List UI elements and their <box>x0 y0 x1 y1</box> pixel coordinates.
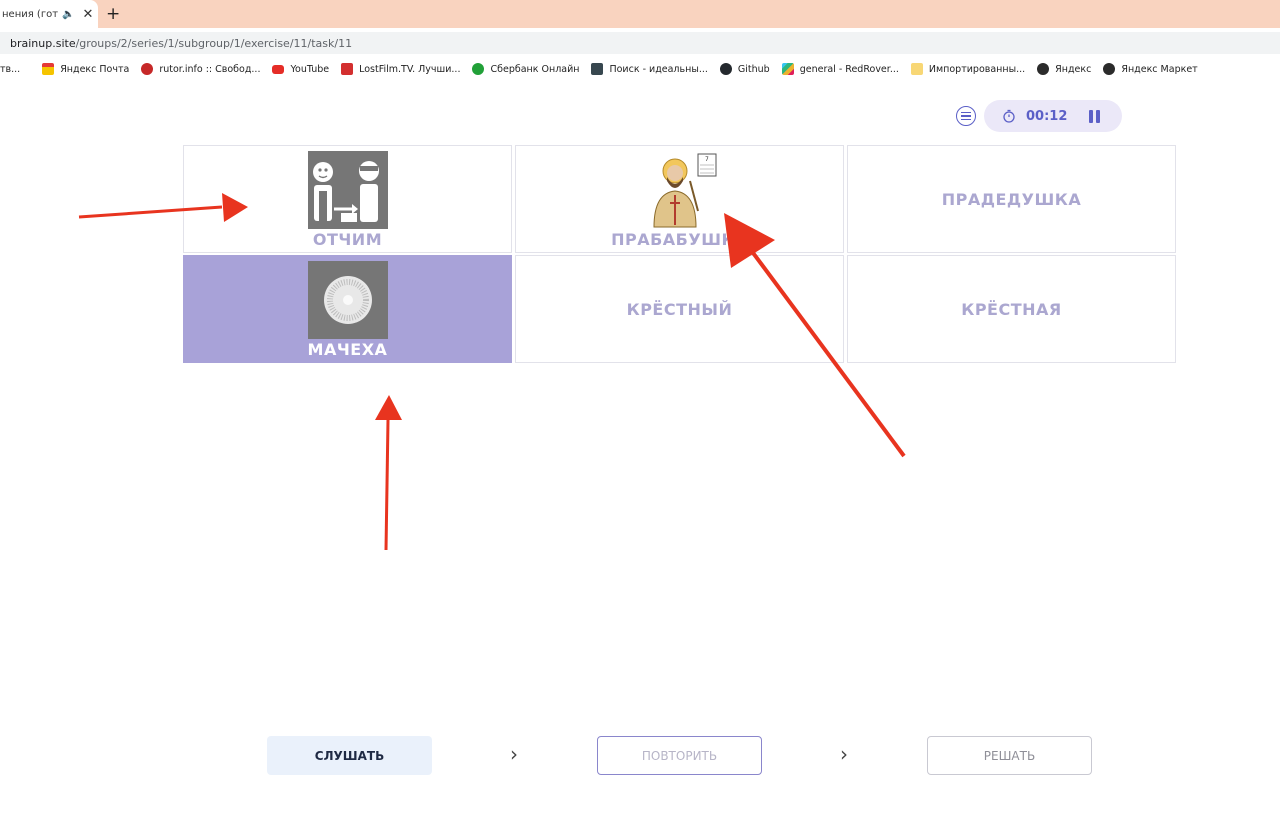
bookmark-label: Поиск - идеальны... <box>609 63 708 75</box>
word-card[interactable]: КРЁСТНЫЙ <box>515 255 844 363</box>
tab-title: нения (готов <box>2 8 58 20</box>
word-grid: ОТЧИМ 7 ПРАБАБУШКА ПРАДЕДУШКА МАЧЕХА КРЁ… <box>183 145 1177 364</box>
stepmother-picture-image <box>307 261 388 339</box>
new-tab-icon[interactable]: + <box>106 4 120 24</box>
bookmark-item[interactable]: rutor.info :: Свобод... <box>141 63 260 75</box>
bookmark-label: Яндекс Маркет <box>1121 63 1198 75</box>
repeat-button[interactable]: ПОВТОРИТЬ <box>597 736 762 775</box>
chevron-right-icon: › <box>510 742 518 766</box>
globe-icon <box>1037 63 1050 75</box>
bookmark-item[interactable]: general - RedRover... <box>781 63 899 75</box>
svg-text:7: 7 <box>705 156 709 163</box>
word-card-selected[interactable]: МАЧЕХА <box>183 255 512 363</box>
card-label: ОТЧИМ <box>312 230 383 249</box>
pause-icon[interactable] <box>1089 109 1101 123</box>
listen-button[interactable]: СЛУШАТЬ <box>267 736 432 775</box>
address-bar: brainup.site/groups/2/series/1/subgroup/… <box>0 28 1280 58</box>
stepfather-pictogram-image <box>307 151 388 229</box>
bookmark-label: Импортированны... <box>928 63 1026 75</box>
url-path: /groups/2/series/1/subgroup/1/exercise/1… <box>75 36 353 50</box>
bookmark-label: тв... <box>0 63 21 75</box>
card-label: ПРАБАБУШКА <box>611 230 748 249</box>
action-bar: СЛУШАТЬ › ПОВТОРИТЬ › РЕШАТЬ <box>0 736 1280 776</box>
bookmark-item[interactable]: тв... <box>0 64 20 75</box>
bookmark-label: Сбербанк Онлайн <box>490 63 580 75</box>
saint-icon-picture-image: 7 <box>639 151 720 229</box>
word-card[interactable]: 7 ПРАБАБУШКА <box>515 145 844 253</box>
folder-icon <box>910 63 923 75</box>
close-icon[interactable]: ✕ <box>82 8 93 21</box>
bookmark-item[interactable]: Яндекс Маркет <box>1103 63 1198 75</box>
word-card[interactable]: ПРАДЕДУШКА <box>847 145 1176 253</box>
bookmark-item[interactable]: YouTube <box>272 64 329 75</box>
github-icon <box>719 63 732 75</box>
lostfilm-icon <box>341 63 354 75</box>
browser-tabstrip: нения (готов 🔈 ✕ + <box>0 0 1280 28</box>
bookmark-label: Яндекс Почта <box>60 63 130 75</box>
url-field[interactable]: brainup.site/groups/2/series/1/subgroup/… <box>0 32 1280 54</box>
word-card[interactable]: КРЁСТНАЯ <box>847 255 1176 363</box>
bookmark-item[interactable]: Импортированны... <box>910 63 1026 75</box>
youtube-icon <box>272 64 285 74</box>
bookmark-label: Яндекс <box>1055 63 1092 75</box>
browser-tab[interactable]: нения (готов 🔈 ✕ <box>0 0 98 28</box>
card-label: МАЧЕХА <box>307 340 388 359</box>
solve-button[interactable]: РЕШАТЬ <box>927 736 1092 775</box>
word-card[interactable]: ОТЧИМ <box>183 145 512 253</box>
bookmark-label: general - RedRover... <box>799 63 899 75</box>
speaker-icon[interactable]: 🔈 <box>62 9 74 20</box>
bookmark-item[interactable]: Сбербанк Онлайн <box>472 63 579 75</box>
chevron-right-icon: › <box>840 742 848 766</box>
bookmark-item[interactable]: Поиск - идеальны... <box>591 63 708 75</box>
slack-icon <box>781 63 794 75</box>
sberbank-icon <box>472 63 485 75</box>
card-label: ПРАДЕДУШКА <box>941 189 1082 209</box>
card-label: КРЁСТНЫЙ <box>626 299 733 319</box>
bookmark-label: rutor.info :: Свобод... <box>159 63 261 75</box>
timer: 00:12 <box>984 100 1122 132</box>
bookmark-item[interactable]: Github <box>719 63 770 75</box>
bookmark-item[interactable]: LostFilm.TV. Лучши... <box>341 63 460 75</box>
bookmarks-bar: тв... Яндекс Почта rutor.info :: Свобод.… <box>0 58 1280 80</box>
bookmark-label: Github <box>737 63 770 75</box>
card-label: КРЁСТНАЯ <box>961 299 1062 319</box>
url-host: brainup.site <box>10 36 76 50</box>
rutor-icon <box>141 63 154 75</box>
stopwatch-icon <box>1003 109 1015 123</box>
bookmark-item[interactable]: Яндекс <box>1037 63 1091 75</box>
arrow-annotation <box>375 395 402 551</box>
timer-value: 00:12 <box>1026 108 1068 124</box>
bookmark-item[interactable]: Яндекс Почта <box>42 63 129 75</box>
timer-controls: 00:12 <box>956 100 1122 132</box>
globe-icon <box>1103 63 1116 75</box>
bookmark-label: YouTube <box>290 63 330 75</box>
film-icon <box>591 63 604 75</box>
list-icon[interactable] <box>956 106 976 126</box>
mail-icon <box>42 63 55 75</box>
bookmark-label: LostFilm.TV. Лучши... <box>359 63 461 75</box>
